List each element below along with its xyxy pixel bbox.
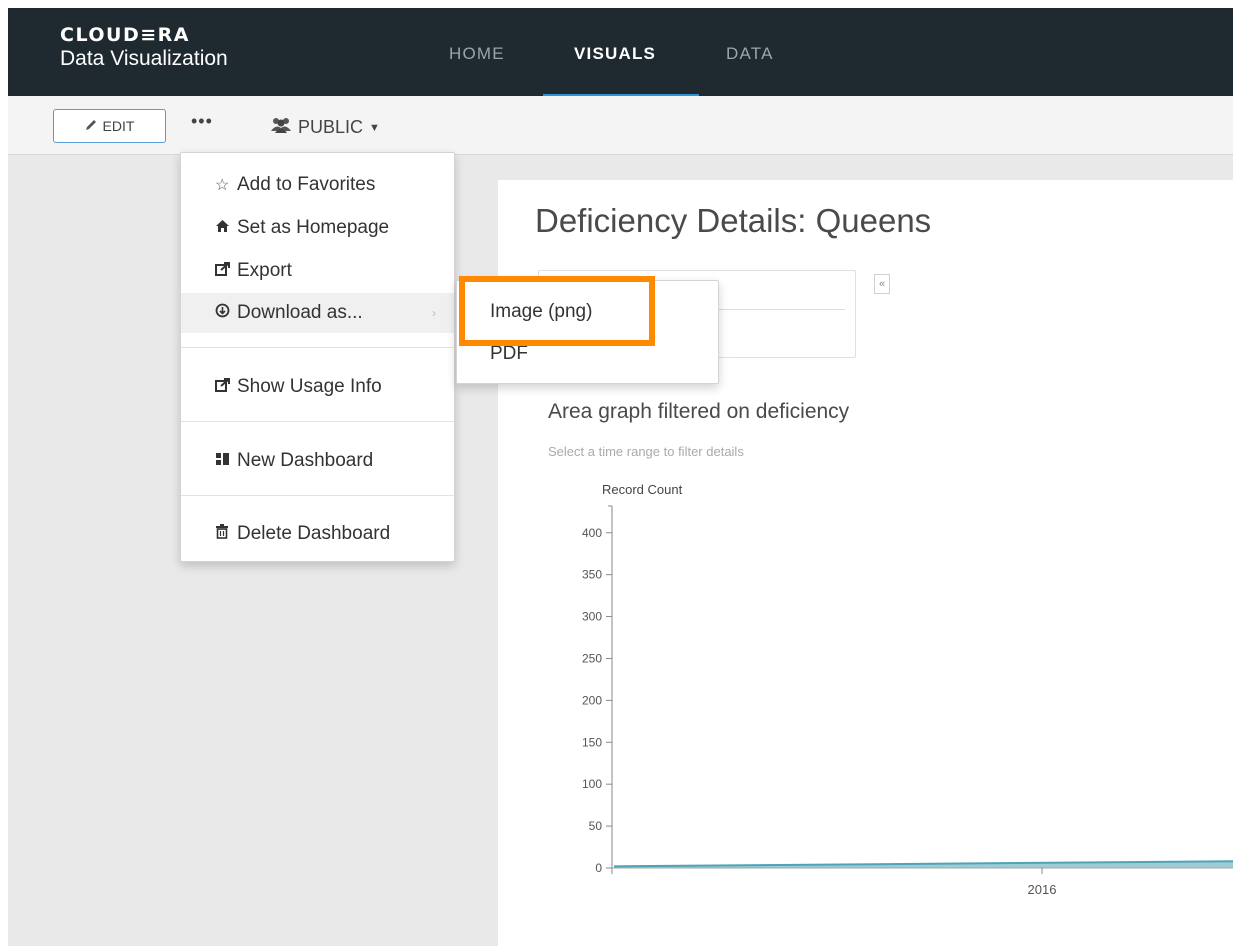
chevron-right-icon: ›	[432, 306, 436, 320]
menu-item-label: Export	[237, 260, 292, 281]
area-chart[interactable]: Record Count 0 50 100 150 200 250 300 350 400 2016	[498, 470, 1233, 946]
visibility-dropdown[interactable]: PUBLIC ▼	[270, 116, 380, 139]
y-tick-label: 150	[582, 735, 602, 749]
menu-item-show-usage-info[interactable]: Show Usage Info	[181, 367, 454, 407]
menu-item-label: Set as Homepage	[237, 217, 390, 238]
brand-name: CLOUD≡RA	[60, 24, 190, 46]
users-icon	[270, 116, 292, 139]
y-tick-label: 100	[582, 777, 602, 791]
menu-item-label: New Dashboard	[237, 450, 374, 471]
dashboard-icon	[215, 452, 237, 471]
menu-item-label: Download as...	[237, 302, 363, 323]
nav-data[interactable]: DATA	[726, 44, 774, 64]
menu-item-label: Show Usage Info	[237, 376, 382, 397]
visual-title: Area graph filtered on deficiency	[548, 400, 850, 423]
y-tick-label: 50	[589, 819, 603, 833]
edit-label: EDIT	[102, 118, 135, 134]
visibility-label: PUBLIC	[298, 117, 364, 137]
caret-down-icon: ▼	[369, 121, 380, 134]
dashboard-title: Deficiency Details: Queens	[535, 202, 932, 239]
edit-button[interactable]: EDIT	[53, 109, 166, 143]
canvas-margin	[498, 155, 1233, 180]
more-options-menu: ☆ Add to Favorites Set as Homepage Expor…	[180, 152, 455, 562]
submenu-item-pdf[interactable]: PDF	[490, 343, 528, 365]
home-icon	[215, 219, 237, 238]
download-icon	[215, 303, 237, 323]
y-tick-label: 400	[582, 526, 602, 540]
menu-item-delete-dashboard[interactable]: Delete Dashboard	[181, 514, 454, 554]
menu-item-export[interactable]: Export	[181, 251, 454, 291]
visual-subtitle: Select a time range to filter details	[548, 444, 744, 459]
brand-logo[interactable]: CLOUD≡RA Data Visualization	[60, 24, 228, 72]
y-tick-label: 350	[582, 568, 602, 582]
usage-info-icon	[215, 377, 237, 397]
top-header: CLOUD≡RA Data Visualization HOME VISUALS…	[8, 8, 1233, 99]
x-tick-label: 2016	[1028, 882, 1057, 897]
menu-divider	[181, 347, 454, 348]
y-tick-label: 0	[595, 861, 602, 875]
y-axis-label: Record Count	[602, 482, 683, 497]
y-tick-label: 250	[582, 651, 602, 665]
menu-item-add-to-favorites[interactable]: ☆ Add to Favorites	[181, 165, 454, 205]
menu-item-label: Add to Favorites	[237, 174, 376, 195]
more-options-button[interactable]: •••	[191, 111, 213, 132]
menu-item-label: Delete Dashboard	[237, 523, 391, 544]
brand-subtitle: Data Visualization	[60, 47, 228, 70]
trash-icon	[215, 524, 237, 544]
menu-divider	[181, 495, 454, 496]
dashboard-toolbar: EDIT ••• PUBLIC ▼	[8, 96, 1233, 155]
collapse-filters-icon[interactable]: «	[874, 274, 890, 294]
menu-item-set-as-homepage[interactable]: Set as Homepage	[181, 208, 454, 248]
highlight-annotation	[459, 276, 655, 346]
export-icon	[215, 261, 237, 281]
nav-visuals[interactable]: VISUALS	[574, 44, 656, 64]
menu-item-new-dashboard[interactable]: New Dashboard	[181, 441, 454, 481]
nav-home[interactable]: HOME	[449, 44, 505, 64]
menu-item-download-as[interactable]: Download as... ›	[181, 293, 454, 333]
star-icon: ☆	[215, 177, 230, 194]
y-tick-label: 200	[582, 693, 602, 707]
menu-divider	[181, 421, 454, 422]
y-tick-label: 300	[582, 610, 602, 624]
pencil-icon	[85, 118, 98, 134]
